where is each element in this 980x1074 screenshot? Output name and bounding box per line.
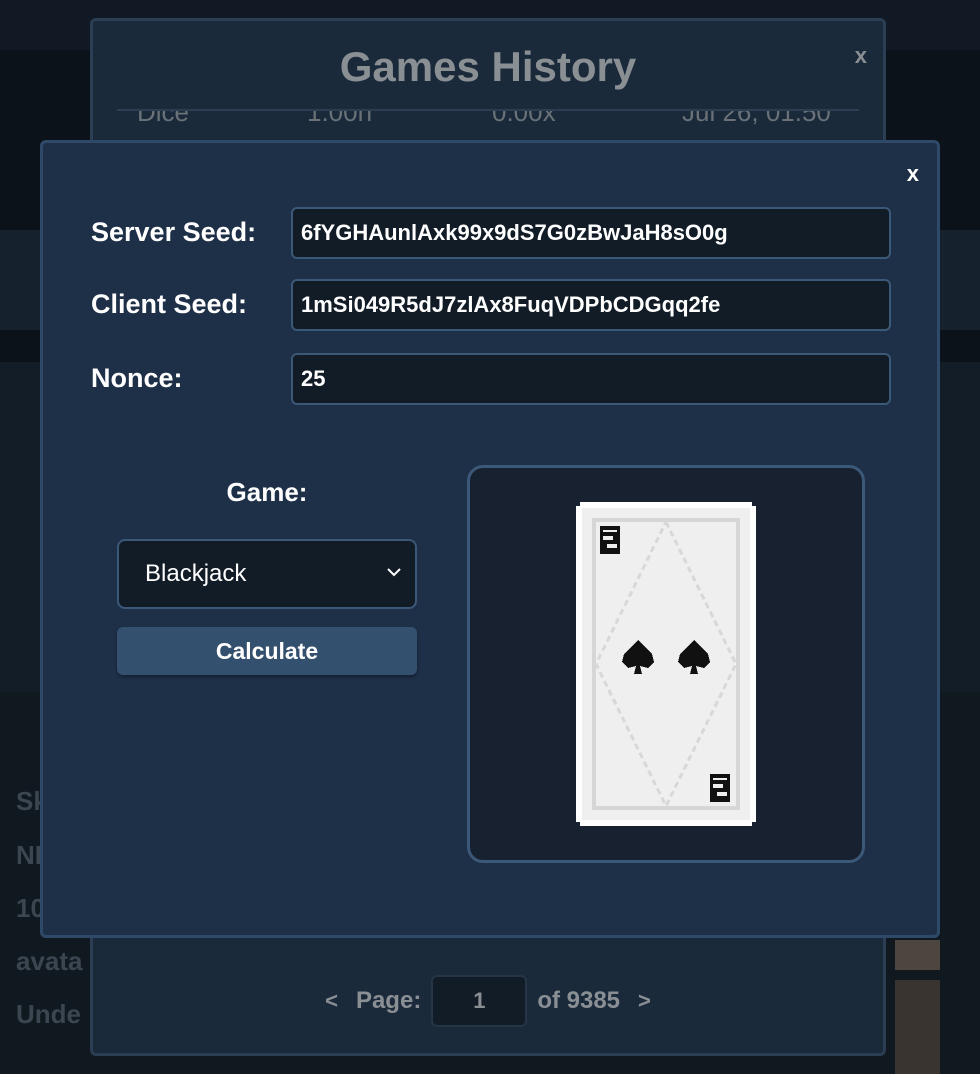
nonce-input[interactable] — [291, 353, 891, 405]
next-page-button[interactable]: > — [638, 988, 651, 1014]
playing-card — [576, 502, 756, 826]
history-cell-multiplier: 0.00x — [492, 109, 556, 127]
page-number-input[interactable] — [431, 975, 528, 1027]
client-seed-input[interactable] — [291, 279, 891, 331]
background-tile — [895, 940, 940, 970]
background-text: NI — [16, 840, 42, 870]
history-cell-game: Dice — [137, 109, 190, 127]
calculate-button[interactable]: Calculate — [117, 627, 417, 675]
game-select[interactable]: Blackjack — [117, 539, 417, 609]
page-label: Page: — [355, 987, 422, 1014]
nonce-label: Nonce: — [91, 363, 183, 393]
history-title: Games History — [339, 43, 637, 90]
result-panel — [467, 465, 865, 863]
server-seed-label: Server Seed: — [91, 217, 257, 247]
background-text: avata — [16, 946, 83, 976]
history-cell-target: 1.00h — [307, 109, 373, 127]
game-label: Game: — [226, 477, 308, 507]
prev-page-button[interactable]: < — [325, 988, 338, 1014]
server-seed-input[interactable] — [291, 207, 891, 259]
fairness-verify-modal: x Server Seed: Client Seed: Nonce: Game:… — [40, 140, 940, 938]
background-text: Unde — [16, 999, 81, 1029]
history-row[interactable]: Dice 1.00h 0.00x Jul 26, 01:50 — [117, 109, 859, 137]
game-select-value: Blackjack — [145, 560, 247, 587]
page-total: of 9385 — [537, 987, 621, 1014]
client-seed-label: Client Seed: — [91, 289, 248, 319]
history-close-button[interactable]: x — [855, 43, 867, 69]
background-tile — [895, 980, 940, 1074]
fairness-close-button[interactable]: x — [907, 161, 919, 187]
rank-bottom — [710, 774, 730, 802]
pagination: < Page: of 9385 > — [93, 973, 883, 1029]
history-cell-date: Jul 26, 01:50 — [682, 109, 831, 127]
screen: Sk NI 10 avata Unde Games History x Dice… — [0, 0, 980, 1074]
chevron-down-icon — [387, 568, 401, 577]
rank-top — [600, 526, 620, 554]
